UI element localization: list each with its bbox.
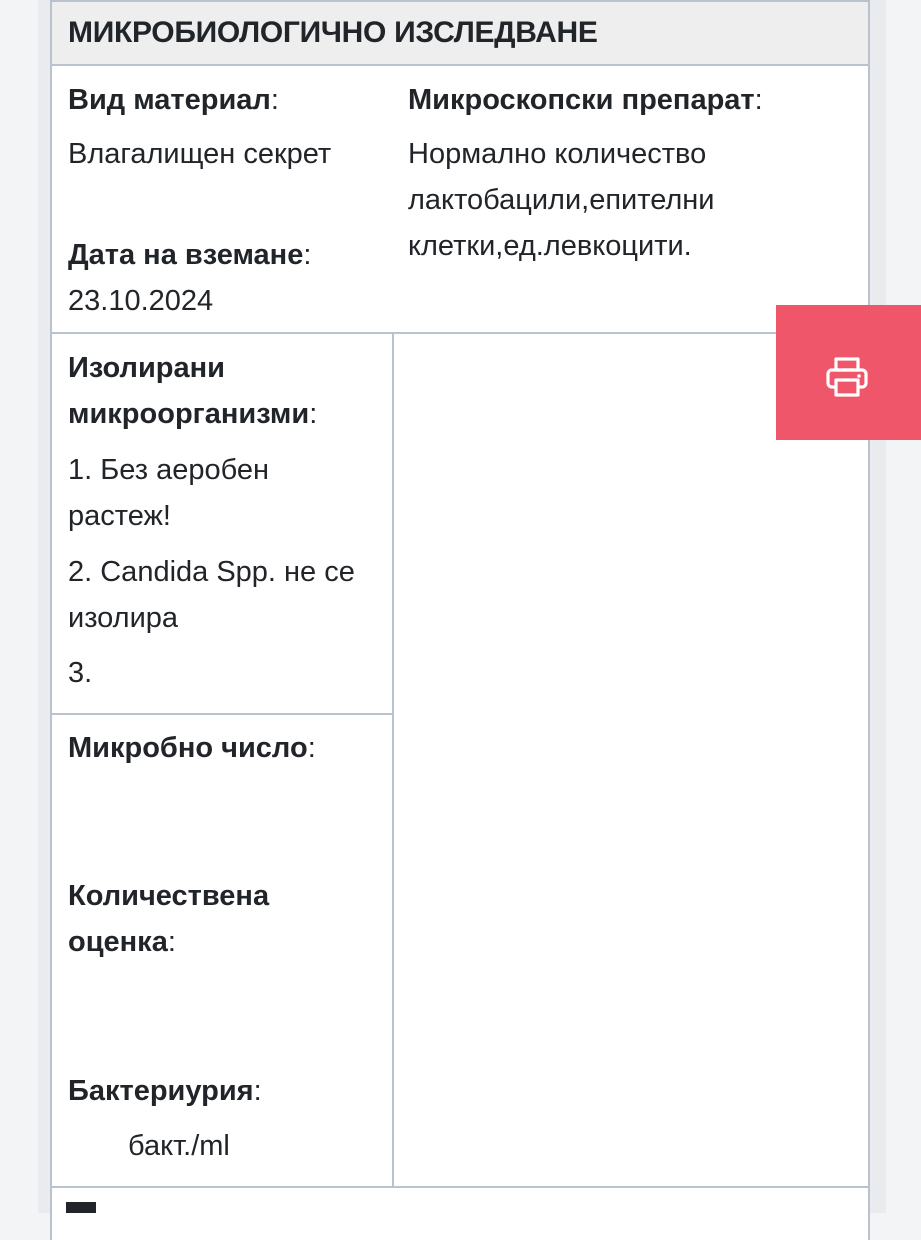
isolated-label: Изолирани [68, 352, 225, 384]
column-divider [392, 334, 394, 1188]
row-divider [52, 332, 868, 334]
quantitative-label: оценка: [68, 926, 176, 958]
sample-date-value: 23.10.2024 [68, 285, 214, 317]
microbial-count-label: Микробно число: [68, 732, 316, 764]
card-header: МИКРОБИОЛОГИЧНО ИЗСЛЕДВАНЕ [52, 0, 868, 66]
isolated-label: микроорганизми: [68, 398, 318, 430]
material-label: Вид материал: [68, 84, 279, 116]
sample-date-label: Дата на вземане: [68, 239, 312, 271]
microscopy-line: клетки,ед.левкоцити. [408, 230, 692, 262]
microscopy-label: Микроскопски препарат: [408, 84, 763, 116]
isolated-item: изолира [68, 602, 179, 634]
material-value: Влагалищен секрет [68, 138, 332, 170]
microscopy-line: лактобацили,епителни [408, 184, 715, 216]
quantitative-label: Количествена [68, 880, 270, 912]
isolated-item: растеж! [68, 500, 171, 532]
bacteriuria-label: Бактериурия: [68, 1075, 262, 1107]
microbiology-card: МИКРОБИОЛОГИЧНО ИЗСЛЕДВАНЕ Вид материал:… [50, 0, 870, 1240]
next-section-label-cutoff [66, 1202, 96, 1213]
bacteriuria-unit: бакт./ml [128, 1130, 230, 1162]
print-button[interactable] [776, 305, 921, 440]
isolated-item: 3. [68, 657, 93, 689]
microscopy-line: Нормално количество [408, 138, 707, 170]
isolated-item: 2. Candida Spp. не се [68, 556, 355, 588]
isolated-item: 1. Без аеробен [68, 454, 270, 486]
row-divider [52, 713, 393, 715]
row-divider [52, 1186, 868, 1188]
printer-icon [826, 357, 868, 397]
section-title: МИКРОБИОЛОГИЧНО ИЗСЛЕДВАНЕ [68, 16, 598, 49]
